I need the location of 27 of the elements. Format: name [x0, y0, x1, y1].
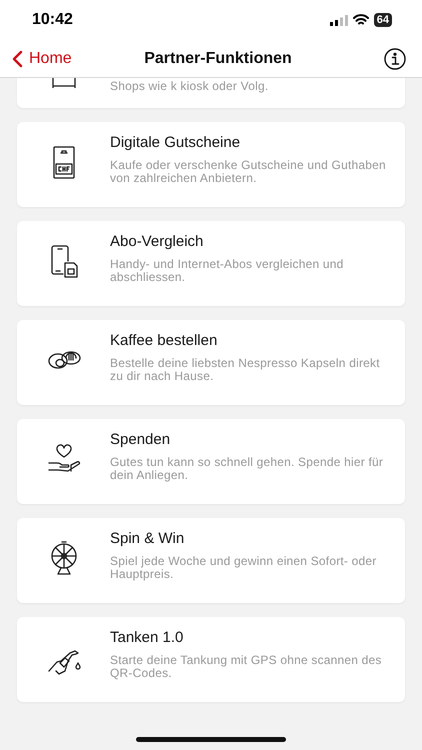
partner-card[interactable]: Abo-Vergleich Handy- und Internet-Abos vergleichen und abschliessen.: [17, 221, 405, 306]
card-title: Digitale Gutscheine: [110, 134, 242, 151]
card-title: Spin & Win: [110, 530, 186, 547]
card-title: Kaffee bestellen: [110, 332, 218, 349]
signal-icon: [330, 14, 348, 26]
card-description: Shops wie k kiosk oder Volg.: [110, 78, 268, 95]
card-title: Abo-Vergleich: [110, 233, 204, 250]
partner-card[interactable]: Spenden Gutes tun kann so schnell gehen. Spende hier für dein Anliegen.: [17, 419, 405, 504]
partner-card[interactable]: Kaffee bestellen Bestelle deine liebsten Nespresso Kapseln direkt zu dir nach Hause.: [17, 320, 405, 405]
battery-level: 64: [374, 13, 392, 27]
card-description: Spiel jede Woche und gewinn einen Sofort- oder Hauptpreis.: [110, 555, 378, 581]
partner-card[interactable]: Spin & Win Spiel jede Woche und gewinn einen Sofort- oder Hauptpreis.: [17, 518, 405, 603]
back-button[interactable]: Home: [12, 50, 112, 68]
card-description: Starte deine Tankung mit GPS ohne scannen des QR-Codes.: [110, 654, 383, 680]
page-title: Partner-Funktionen: [143, 50, 293, 68]
card-description: Bestelle deine liebsten Nespresso Kapseln direkt zu dir nach Hause.: [110, 357, 381, 383]
card-title: Spenden: [110, 431, 172, 448]
partner-card[interactable]: Tanken 1.0 Starte deine Tankung mit GPS ohne scannen des QR-Codes.: [17, 617, 405, 702]
wifi-icon: [352, 14, 369, 26]
status-time: 10:42: [32, 11, 73, 29]
info-icon[interactable]: [384, 48, 406, 70]
card-description: Kaufe oder verschenke Gutscheine und Guthaben von zahlreichen Anbietern.: [110, 159, 387, 185]
card-description: Handy- und Internet-Abos vergleichen und abschliessen.: [110, 258, 344, 284]
card-title: Tanken 1.0: [110, 629, 184, 646]
card-description: Gutes tun kann so schnell gehen. Spende hier für dein Anliegen.: [110, 456, 384, 482]
partner-card[interactable]: Digitale Gutscheine Kaufe oder verschenke Gutscheine und Guthaben von zahlreichen Anbietern.: [17, 122, 405, 207]
chevron-left-icon: [12, 50, 23, 68]
